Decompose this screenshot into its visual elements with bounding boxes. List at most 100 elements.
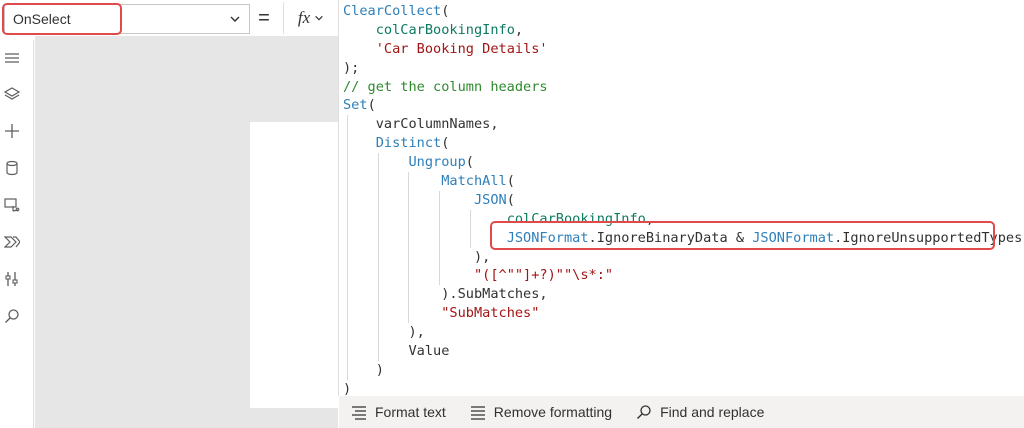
code-token: Ungroup [408, 154, 466, 171]
code-token: ( [465, 154, 474, 171]
indent-guide [438, 190, 440, 210]
indent-guide [408, 172, 410, 191]
indent-guide [347, 190, 348, 210]
indent-guide [377, 323, 379, 343]
code-line: 'Car Booking Details' [343, 40, 1022, 59]
indent-guide [347, 304, 348, 324]
app-screen-preview[interactable] [250, 122, 338, 408]
formula-editor[interactable]: ClearCollect( colCarBookingInfo, 'Car Bo… [338, 0, 1024, 399]
indent-guide [347, 266, 348, 286]
remove-formatting-label: Remove formatting [493, 404, 613, 420]
code-token: ), [473, 248, 491, 265]
indent-guide [408, 266, 410, 286]
code-line: ), [343, 247, 1022, 267]
remove-formatting-button[interactable]: Remove formatting [458, 396, 624, 428]
indent-guide [408, 285, 410, 305]
format-text-button[interactable]: Format text [339, 396, 458, 428]
layers-icon[interactable] [4, 86, 20, 102]
fx-button[interactable]: fx [283, 2, 338, 34]
code-line: colCarBookingInfo, [343, 21, 1022, 40]
tools-icon[interactable] [4, 271, 20, 287]
code-line: JSON( [343, 190, 1022, 210]
code-token: ClearCollect [343, 3, 442, 19]
code-line: // get the column headers [343, 78, 1022, 97]
indent-guide [377, 209, 379, 229]
indent-guide [377, 190, 379, 210]
plus-icon[interactable] [4, 123, 20, 139]
search-icon [637, 405, 651, 419]
media-icon[interactable] [4, 197, 20, 213]
code-token: ).SubMatches, [441, 286, 548, 303]
fx-label: fx [297, 8, 311, 27]
code-token: ( [506, 191, 515, 208]
code-line: Value [343, 342, 1022, 361]
code-line: Distinct( [343, 134, 1022, 154]
code-token: ) [375, 361, 384, 378]
indent-guide [438, 247, 440, 267]
format-text-icon [352, 406, 366, 420]
property-highlight-box [2, 3, 122, 35]
equals-sign: = [258, 6, 270, 29]
indent-guide [347, 360, 348, 380]
code-token: colCarBookingInfo [375, 21, 515, 38]
code-line: Set( [343, 96, 1022, 115]
code-token: , [514, 21, 524, 38]
search-icon[interactable] [4, 308, 20, 324]
code-token: "([^""]+?)""\s*:" [473, 267, 614, 284]
indent-guide [408, 228, 410, 248]
indent-guide [469, 209, 471, 229]
code-line: ClearCollect( [343, 2, 1022, 21]
indent-guide [347, 342, 348, 361]
code-token: Value [408, 343, 450, 360]
indent-guide [377, 304, 379, 324]
database-icon[interactable] [4, 160, 20, 176]
code-token: ( [506, 173, 515, 190]
indent-guide [377, 285, 379, 305]
code-line: "SubMatches" [343, 304, 1022, 324]
indent-guide [469, 228, 471, 248]
code-token: MatchAll [441, 173, 507, 190]
indent-guide [377, 172, 379, 191]
indent-guide [377, 247, 379, 267]
indent-guide [347, 209, 348, 229]
code-line: ) [343, 360, 1022, 380]
indent-guide [347, 323, 348, 343]
code-line: "([^""]+?)""\s*:" [343, 266, 1022, 286]
code-token: ), [408, 324, 425, 341]
indent-guide [347, 172, 348, 191]
chevron-down-icon [230, 16, 240, 22]
code-token: ( [441, 3, 450, 19]
hamburger-icon[interactable] [4, 50, 20, 66]
code-line: ); [343, 59, 1022, 78]
find-replace-label: Find and replace [660, 404, 765, 420]
formula-code[interactable]: ClearCollect( colCarBookingInfo, 'Car Bo… [343, 2, 1022, 399]
indent-guide [408, 304, 410, 324]
indent-guide [408, 190, 410, 210]
indent-guide [438, 209, 440, 229]
code-token: ) [343, 380, 352, 397]
indent-guide [377, 266, 379, 286]
indent-guide [377, 342, 379, 361]
code-token: Set [343, 97, 368, 114]
code-line: ), [343, 323, 1022, 343]
code-line: varColumnNames, [343, 115, 1022, 135]
editor-toolbar: Format text Remove formatting Find and r… [339, 396, 1024, 428]
left-rail [0, 40, 34, 428]
code-line: MatchAll( [343, 172, 1022, 191]
code-token: 'Car Booking Details' [375, 40, 548, 57]
code-line: ).SubMatches, [343, 285, 1022, 305]
code-token: ); [343, 59, 360, 76]
code-token: ( [441, 135, 450, 152]
indent-guide [408, 209, 410, 229]
power-automate-icon[interactable] [4, 234, 20, 250]
indent-guide [377, 228, 379, 248]
indent-guide [347, 115, 348, 135]
json-format-highlight-box [490, 221, 995, 250]
indent-guide [347, 247, 348, 267]
code-line: Ungroup( [343, 153, 1022, 173]
code-token: "SubMatches" [441, 305, 540, 322]
indent-guide [438, 228, 440, 248]
indent-guide [347, 134, 348, 154]
find-replace-button[interactable]: Find and replace [624, 396, 776, 428]
code-token: ( [367, 97, 376, 114]
